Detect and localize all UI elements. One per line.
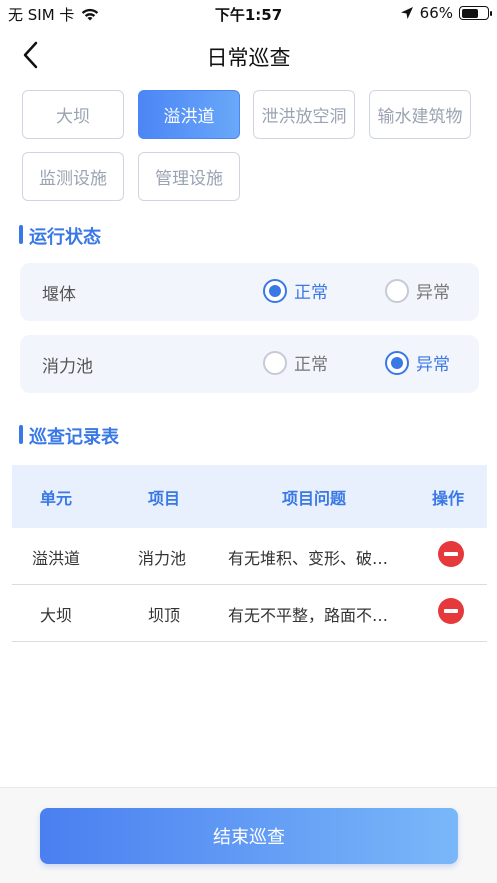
radio-unchecked-icon <box>385 278 409 303</box>
end-patrol-button[interactable]: 结束巡查 <box>40 808 458 864</box>
status-row-label: 消力池 <box>42 357 93 377</box>
location-arrow-icon <box>400 7 413 19</box>
column-header-issue: 项目问题 <box>282 489 347 508</box>
status-section-title: 运行状态 <box>19 223 101 249</box>
cell-unit: 大坝 <box>40 606 73 625</box>
page-title: 日常巡查 <box>206 46 291 70</box>
bottom-bar: 结束巡查 <box>0 787 497 883</box>
radio-checked-icon <box>385 350 409 375</box>
column-header-action: 操作 <box>432 489 465 508</box>
status-bar: 无 SIM 卡 下午1:57 66% <box>0 0 497 28</box>
radio-label: 异常 <box>416 283 450 303</box>
column-header-unit: 单元 <box>40 489 73 508</box>
cell-unit: 溢洪道 <box>32 549 81 568</box>
status-row-stilling-basin: 消力池 正常 异常 <box>20 335 479 393</box>
radio-basin-normal[interactable]: 正常 <box>263 350 328 375</box>
radio-basin-abnormal[interactable]: 异常 <box>385 350 450 375</box>
table-row[interactable]: 溢洪道 消力池 有无堆积、变形、破… <box>12 528 487 585</box>
table-row[interactable]: 大坝 坝顶 有无不平整，路面不… <box>12 585 487 642</box>
records-section-title: 巡查记录表 <box>19 423 119 449</box>
status-row-weir: 堰体 正常 异常 <box>20 263 479 321</box>
tab-monitoring-facilities[interactable]: 监测设施 <box>22 152 124 201</box>
table-header: 单元 项目 项目问题 操作 <box>12 465 487 528</box>
records-table: 单元 项目 项目问题 操作 溢洪道 消力池 有无堆积、变形、破… 大坝 坝顶 有… <box>12 465 487 642</box>
column-header-item: 项目 <box>148 489 181 508</box>
tab-water-conveyance[interactable]: 输水建筑物 <box>369 90 471 139</box>
cell-item: 消力池 <box>138 549 187 568</box>
radio-label: 异常 <box>416 355 450 375</box>
battery-fill <box>461 8 478 18</box>
battery-percent: 66% <box>419 4 453 22</box>
radio-weir-abnormal[interactable]: 异常 <box>385 278 450 303</box>
cell-item: 坝顶 <box>148 606 181 625</box>
status-row-label: 堰体 <box>42 285 76 305</box>
cell-issue: 有无不平整，路面不… <box>228 606 389 625</box>
delete-row-icon[interactable] <box>438 598 464 624</box>
tab-spillway[interactable]: 溢洪道 <box>138 90 240 139</box>
radio-label: 正常 <box>294 283 328 303</box>
radio-weir-normal[interactable]: 正常 <box>263 278 328 303</box>
radio-unchecked-icon <box>263 350 287 375</box>
tab-dam[interactable]: 大坝 <box>22 90 124 139</box>
radio-checked-icon <box>263 278 287 303</box>
cell-issue: 有无堆积、变形、破… <box>228 549 389 568</box>
tab-management-facilities[interactable]: 管理设施 <box>138 152 240 201</box>
nav-bar: 日常巡查 <box>0 30 497 80</box>
tab-flood-discharge-tunnel[interactable]: 泄洪放空洞 <box>253 90 355 139</box>
radio-label: 正常 <box>294 355 328 375</box>
battery-icon <box>459 6 492 20</box>
status-right: 66% <box>400 4 492 22</box>
delete-row-icon[interactable] <box>438 541 464 567</box>
